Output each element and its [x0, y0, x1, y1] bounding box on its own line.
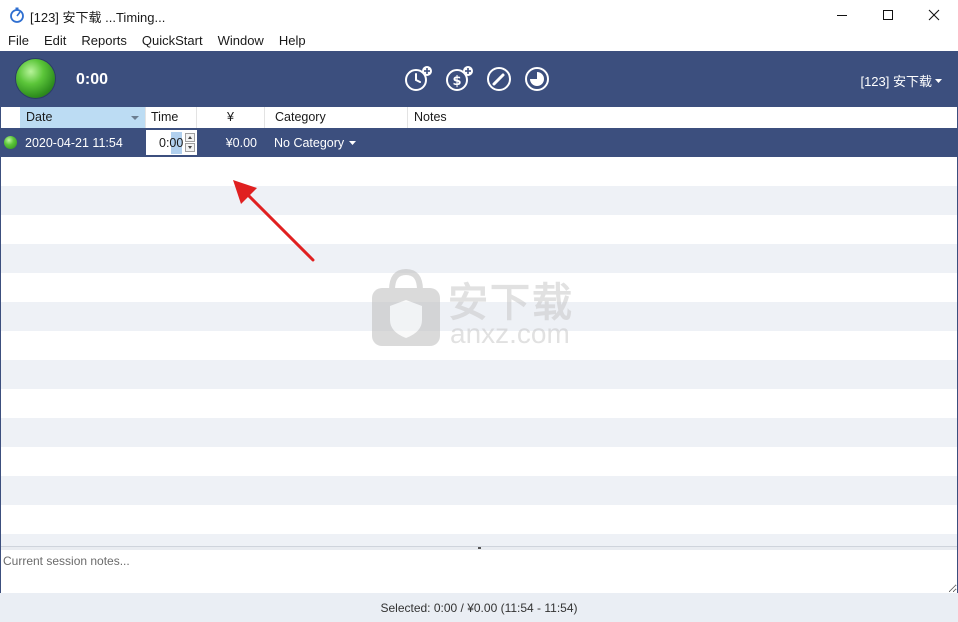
category-value: No Category: [274, 136, 345, 150]
svg-text:$: $: [452, 74, 461, 89]
spin-down-icon: [188, 146, 192, 149]
timer-display: 0:00: [76, 71, 109, 88]
splitter-grip-icon: [478, 547, 481, 549]
column-header-notes[interactable]: Notes: [408, 107, 957, 128]
empty-row: [1, 447, 957, 476]
column-header-date[interactable]: Date: [20, 107, 146, 128]
column-header-time[interactable]: Time: [146, 107, 197, 128]
empty-row: [1, 389, 957, 418]
minimize-button[interactable]: [819, 0, 865, 30]
menu-quickstart[interactable]: QuickStart: [134, 30, 210, 51]
spin-up-icon: [188, 136, 192, 139]
time-editor[interactable]: 0:00: [146, 130, 197, 155]
minimize-icon: [837, 15, 847, 16]
close-icon: [928, 9, 940, 21]
project-name: [123] 安下载: [860, 74, 932, 89]
table-header: Date Time ¥ Category Notes: [1, 107, 957, 129]
empty-row: [1, 505, 957, 534]
app-stopwatch-icon: [9, 7, 25, 23]
clock-plus-icon: [405, 66, 432, 91]
menu-edit[interactable]: Edit: [36, 30, 73, 51]
start-timer-globe-icon[interactable]: [16, 59, 55, 98]
empty-row: [1, 534, 957, 546]
caret-down-icon: [935, 78, 942, 83]
maximize-button[interactable]: [865, 0, 911, 30]
cell-date[interactable]: 2020-04-21 11:54: [25, 136, 123, 150]
project-selector[interactable]: [123] 安下载: [860, 71, 943, 90]
running-globe-icon: [4, 136, 17, 149]
watermark-en-text: anxz.com: [450, 318, 570, 349]
sort-arrow-icon: [131, 116, 139, 120]
empty-row: [1, 215, 957, 244]
menu-reports[interactable]: Reports: [73, 30, 134, 51]
notes-panel: [1, 550, 957, 593]
pencil-icon: [487, 67, 511, 91]
watermark-shield-icon: [372, 268, 440, 346]
menu-window[interactable]: Window: [210, 30, 271, 51]
column-header-amount[interactable]: ¥: [197, 107, 265, 128]
pie-chart-icon: [525, 67, 549, 91]
edit-button[interactable]: [485, 65, 513, 93]
add-expense-button[interactable]: $: [445, 65, 473, 93]
dollar-plus-icon: $: [446, 66, 473, 91]
empty-row: [1, 418, 957, 447]
menu-bar: File Edit Reports QuickStart Window Help: [0, 30, 958, 51]
window-border-left: [0, 51, 1, 593]
time-value[interactable]: 0:00: [159, 136, 183, 150]
time-spin-up-button[interactable]: [185, 133, 195, 142]
empty-row: [1, 186, 957, 215]
cell-amount[interactable]: ¥0.00: [197, 136, 257, 150]
column-header-date-label: Date: [26, 110, 53, 124]
table-row-selected[interactable]: 2020-04-21 11:54 0:00 ¥0.00 No Category: [1, 128, 957, 157]
add-time-button[interactable]: [404, 65, 432, 93]
watermark: 安下载 anxz.com: [370, 268, 590, 350]
maximize-icon: [883, 10, 893, 20]
empty-row: [1, 476, 957, 505]
category-dropdown[interactable]: No Category: [274, 136, 357, 150]
time-spin-down-button[interactable]: [185, 143, 195, 152]
caret-down-icon: [349, 141, 357, 145]
empty-row: [1, 157, 957, 186]
menu-help[interactable]: Help: [271, 30, 313, 51]
title-bar: [123] 安下载 ...Timing...: [0, 0, 958, 30]
close-button[interactable]: [911, 0, 957, 30]
session-notes-input[interactable]: [1, 550, 957, 593]
column-header-category[interactable]: Category: [265, 107, 408, 128]
status-bar: Selected: 0:00 / ¥0.00 (11:54 - 11:54): [0, 593, 958, 622]
window-title: [123] 安下载 ...Timing...: [30, 10, 166, 25]
menu-file[interactable]: File: [0, 30, 36, 51]
empty-row: [1, 360, 957, 389]
status-text: Selected: 0:00 / ¥0.00 (11:54 - 11:54): [380, 601, 578, 615]
report-button[interactable]: [523, 65, 551, 93]
toolbar: 0:00 $ [123] 安下载: [1, 51, 957, 107]
